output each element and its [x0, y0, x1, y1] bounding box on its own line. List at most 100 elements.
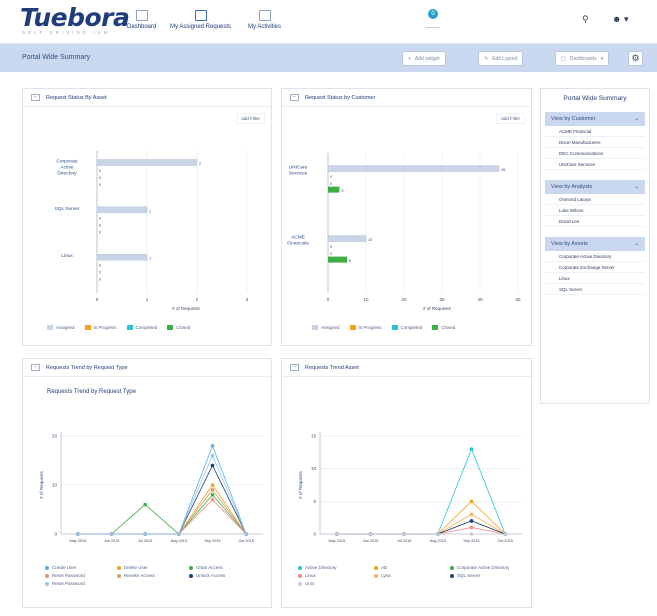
series-line [336, 520, 506, 535]
legend-label: Completed [135, 325, 158, 330]
y-tick-label: SQL Server [55, 206, 80, 212]
sidebar-item[interactable]: ACME Financial [545, 126, 645, 137]
edit-icon: ✎ [484, 55, 489, 62]
bar-value-label: 1 [149, 257, 151, 261]
sidebar-item[interactable]: UNICare Services [545, 159, 645, 170]
sidebar-item[interactable]: Linux [545, 273, 645, 284]
data-point [210, 493, 215, 497]
panel-header: − Request Status by Customer [282, 89, 531, 107]
panel-title: Requests Trend Asset [305, 364, 359, 371]
bar-value-label: 1 [149, 209, 151, 213]
sidebar-item[interactable]: DEC Communications [545, 148, 645, 159]
search-icon[interactable]: ⚲ [582, 14, 589, 25]
add-filter-button[interactable]: add Filter [496, 113, 525, 124]
bar-value-label: 45 [501, 168, 505, 172]
bar-value-label: 0 [99, 264, 101, 268]
plus-icon: + [408, 55, 411, 62]
x-tick-label: 3 [246, 297, 249, 302]
bar-value-label: 0 [99, 216, 101, 220]
logo[interactable]: Tuebora SELF DRIVING IAM [20, 5, 130, 35]
legend-label: Delete User [124, 565, 148, 570]
sidebar-item[interactable]: SQL Server [545, 284, 645, 295]
legend-swatch [432, 325, 439, 330]
legend-dot [45, 581, 49, 586]
legend-label: AD [381, 565, 388, 570]
sidebar-item[interactable]: David Lee [545, 216, 645, 227]
bar-value-label: 0 [330, 245, 332, 249]
dashboard-icon [135, 10, 148, 21]
sidebar-item[interactable]: Osmond Latoya [545, 194, 645, 205]
bar [328, 256, 347, 263]
add-widget-button[interactable]: + Add widget [402, 51, 446, 66]
x-tick-label: Jul 2015 [397, 539, 411, 543]
series-line [336, 527, 506, 535]
collapse-toggle-icon[interactable]: − [290, 364, 299, 371]
bar-value-label: 0 [99, 278, 101, 282]
panel-title: Requests Trend by Request Type [46, 364, 128, 371]
panel-title: Request Status By Asset [46, 94, 107, 101]
notification-bell[interactable]: 0 [423, 9, 443, 31]
panel-trend-asset: − Requests Trend Asset 0 5 10 15 # of Reques… [281, 358, 532, 608]
sidebar-group-header[interactable]: View by Analysts ⌄ [545, 180, 645, 194]
data-point [469, 447, 474, 451]
legend-item: Delete User [117, 565, 189, 570]
y-tick-label: 0 [54, 532, 57, 537]
bar-value-label: 0 [99, 183, 101, 187]
data-point [469, 532, 474, 536]
legend-swatch [349, 325, 356, 330]
gear-icon[interactable]: ⚙ [628, 51, 643, 66]
add-filter-button[interactable]: add Filter [236, 113, 265, 124]
legend-dot [450, 573, 454, 578]
legend-item: Linux [298, 573, 374, 578]
data-point [335, 532, 339, 536]
data-point [76, 532, 80, 536]
dashboards-dropdown[interactable]: ▢ Dashboards ▾ [555, 51, 610, 66]
y-tick-label: 10 [52, 483, 58, 488]
x-tick-label: Jun 2015 [363, 539, 379, 543]
x-tick-label: Jul 2015 [138, 539, 152, 543]
bar [328, 186, 340, 193]
bar-value-label: 10 [368, 238, 372, 242]
chart-title: Requests Trend by Request Type [47, 389, 136, 395]
y-tick-label: ACME Financials [287, 235, 309, 247]
chart-trend-by-type: 0 10 20 # of Requests May 2015 Jun 2015 Jul 20… [39, 432, 263, 543]
panel-title: Request Status by Customer [305, 94, 376, 101]
sidebar-item[interactable]: Luke Wilson [545, 205, 645, 216]
collapse-toggle-icon[interactable]: − [31, 364, 40, 371]
user-menu-icon[interactable]: ☻ ▾ [612, 14, 629, 25]
legend-dot [374, 573, 378, 578]
sidebar-group-assets: View by Assets ⌄ Corporate Active Directo… [545, 237, 645, 295]
nav-my-activities[interactable]: My Activities [248, 10, 281, 30]
data-point [210, 497, 215, 502]
sidebar-group-header[interactable]: View by Assets ⌄ [545, 237, 645, 251]
bar-value-label: 0 [99, 271, 101, 275]
data-point [177, 532, 181, 536]
bar-value-label: 0 [99, 230, 101, 234]
bar [96, 159, 198, 166]
collapse-toggle-icon[interactable]: − [290, 94, 299, 101]
x-tick-label: May 2015 [69, 539, 86, 543]
y-tick-label: Linux [61, 253, 73, 259]
legend-dot [374, 565, 378, 570]
data-point [210, 463, 215, 468]
data-point [436, 532, 440, 536]
sidebar-item[interactable]: Dixon Manufacturers [545, 137, 645, 148]
bar-value-label: 5 [349, 259, 351, 263]
nav-my-assigned-requests[interactable]: My Assigned Requests [170, 10, 231, 30]
y-tick-label: 20 [52, 434, 58, 439]
page-title: Portal Wide Summary [22, 54, 91, 61]
sidebar-item[interactable]: Corporate Exchange Server [545, 262, 645, 273]
bar-value-label: 3 [341, 189, 343, 193]
sidebar-item[interactable]: Corporate Active Directory [545, 251, 645, 262]
panel-header: − Requests Trend by Request Type [23, 359, 271, 377]
nav-dashboard[interactable]: Dashboard [127, 10, 156, 30]
edit-layout-button[interactable]: ✎ Edit Layout [478, 51, 524, 66]
sidebar-group-header[interactable]: View by Customer ⌄ [545, 112, 645, 126]
collapse-toggle-icon[interactable]: − [31, 94, 40, 101]
legend-label: Revoke Access [124, 573, 155, 578]
sidebar-group-customer: View by Customer ⌄ ACME Financial Dixon M… [545, 112, 645, 170]
legend: Assigned In Progress Completed Closed [312, 325, 532, 330]
legend-label: Closed [176, 325, 191, 330]
x-tick-label: Oct 2015 [238, 539, 253, 543]
chevron-down-icon: ⌄ [634, 241, 639, 247]
